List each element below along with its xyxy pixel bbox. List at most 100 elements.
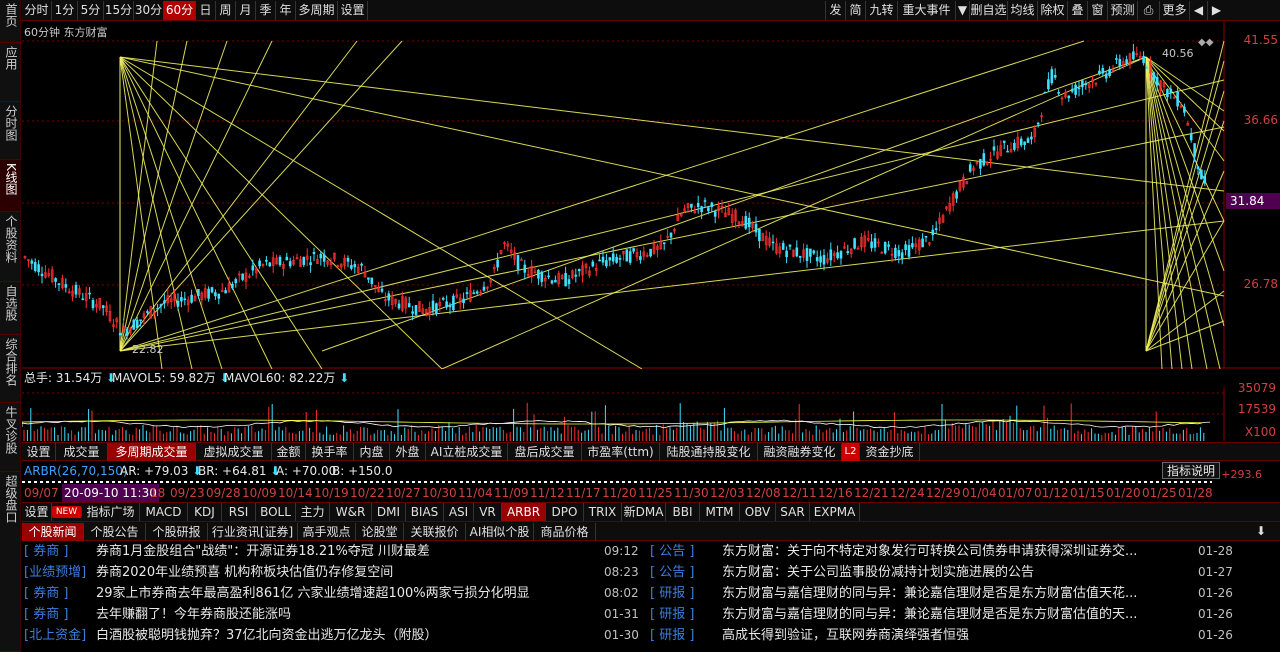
- news-item[interactable]: [业绩预增] 券商2020年业绩预喜 机构称板块估值仍存修复空间 08:23: [24, 562, 644, 583]
- period-tab-4[interactable]: 30分: [134, 1, 164, 20]
- indicator-tab-5[interactable]: 换手率: [306, 443, 354, 461]
- bottom-tab-21[interactable]: EXPMA: [810, 503, 860, 521]
- volume-chart[interactable]: 35079 17539 X100: [21, 381, 1280, 441]
- toolbar-right-13[interactable]: ◀: [1189, 1, 1207, 20]
- news-item[interactable]: [ 研报 ] 高成长得到验证，互联网券商演绎强者恒强 01-26: [650, 625, 1238, 646]
- period-tab-11[interactable]: 多周期: [296, 1, 338, 20]
- indicator-tab-11[interactable]: 陆股通持股变化: [660, 443, 758, 461]
- news-item[interactable]: [ 研报 ] 东方财富与嘉信理财的同与异：兼论嘉信理财是否是东方财富估值天花...…: [650, 583, 1238, 604]
- period-tab-6[interactable]: 日: [196, 1, 216, 20]
- bottom-tab-15[interactable]: TRIX: [584, 503, 622, 521]
- bottom-tab-2[interactable]: 指标广场: [82, 503, 140, 521]
- bottom-tab-9[interactable]: DMI: [372, 503, 406, 521]
- leftnav-item-5[interactable]: 自选股: [0, 282, 21, 335]
- leftnav-item-1[interactable]: 应用: [0, 43, 21, 102]
- news-item[interactable]: [ 研报 ] 东方财富与嘉信理财的同与异：兼论嘉信理财是否是东方财富估值的天...…: [650, 604, 1238, 625]
- leftnav-item-6[interactable]: 综合排名: [0, 335, 21, 403]
- news-tab-2[interactable]: 个股研报: [146, 523, 208, 541]
- toolbar-right-10[interactable]: 预测: [1107, 1, 1137, 20]
- period-tab-9[interactable]: 季: [256, 1, 276, 20]
- news-tab-4[interactable]: 高手观点: [298, 523, 356, 541]
- indicator-tab-8[interactable]: AI立桩成交量: [426, 443, 508, 461]
- kline-canvas[interactable]: [22, 21, 1280, 369]
- period-tab-3[interactable]: 15分: [104, 1, 134, 20]
- bottom-tab-1[interactable]: NEW: [52, 506, 82, 518]
- indicator-tab-9[interactable]: 盘后成交量: [508, 443, 582, 461]
- indicator-tab-12[interactable]: 融资融券变化: [758, 443, 842, 461]
- news-tab-5[interactable]: 论股堂: [356, 523, 404, 541]
- toolbar-right-8[interactable]: 叠: [1067, 1, 1087, 20]
- indicator-tab-6[interactable]: 内盘: [354, 443, 390, 461]
- toolbar-right-1[interactable]: 简: [845, 1, 865, 20]
- toolbar-right-3[interactable]: 重大事件: [897, 1, 955, 20]
- indicator-tab-4[interactable]: 金额: [272, 443, 306, 461]
- bottom-tab-4[interactable]: KDJ: [188, 503, 222, 521]
- download-icon[interactable]: ⬇: [1256, 524, 1266, 538]
- news-item[interactable]: [ 公告 ] 东方财富：关于公司监事股份减持计划实施进展的公告 01-27: [650, 562, 1238, 583]
- bottom-tab-18[interactable]: MTM: [700, 503, 740, 521]
- period-tab-1[interactable]: 1分: [52, 1, 78, 20]
- news-title[interactable]: 东方财富：关于公司监事股份减持计划实施进展的公告: [722, 562, 1034, 583]
- news-tab-6[interactable]: 关联报价: [404, 523, 466, 541]
- kline-chart[interactable]: 60分钟 东方财富 41.55 36.66 31.84 26.78 40.56 …: [22, 21, 1280, 369]
- period-tab-12[interactable]: 设置: [338, 1, 368, 20]
- indicator-tab-13[interactable]: L2: [842, 443, 860, 461]
- period-tab-2[interactable]: 5分: [78, 1, 104, 20]
- news-title[interactable]: 券商1月金股组合"战绩"：开源证券18.21%夺冠 川财最差: [96, 541, 430, 562]
- bottom-tab-3[interactable]: MACD: [140, 503, 188, 521]
- leftnav-item-8[interactable]: 超级盘口: [0, 472, 21, 652]
- bottom-tab-12[interactable]: VR: [474, 503, 502, 521]
- volume-canvas[interactable]: [21, 387, 1280, 441]
- indicator-tab-2[interactable]: 多周期成交量: [108, 443, 196, 461]
- news-title[interactable]: 东方财富与嘉信理财的同与异：兼论嘉信理财是否是东方财富估值天花...: [722, 583, 1137, 604]
- news-title[interactable]: 东方财富：关于向不特定对象发行可转换公司债券申请获得深圳证券交...: [722, 541, 1137, 562]
- bottom-tab-10[interactable]: BIAS: [406, 503, 444, 521]
- indicator-tab-1[interactable]: 成交量: [56, 443, 108, 461]
- toolbar-right-11[interactable]: ⎙: [1137, 1, 1159, 20]
- toolbar-right-12[interactable]: 更多: [1159, 1, 1189, 20]
- leftnav-item-3[interactable]: K线图: [0, 160, 21, 212]
- indicator-tab-7[interactable]: 外盘: [390, 443, 426, 461]
- toolbar-right-9[interactable]: 窗: [1087, 1, 1107, 20]
- period-tab-7[interactable]: 周: [216, 1, 236, 20]
- news-title[interactable]: 东方财富与嘉信理财的同与异：兼论嘉信理财是否是东方财富估值的天...: [722, 604, 1137, 625]
- toolbar-right-4[interactable]: ▼: [955, 1, 969, 20]
- bottom-tab-14[interactable]: DPO: [546, 503, 584, 521]
- diamond-icon[interactable]: ◆◆: [1198, 37, 1213, 48]
- bottom-tab-8[interactable]: W&R: [330, 503, 372, 521]
- indicator-explain-button[interactable]: 指标说明: [1162, 462, 1221, 479]
- toolbar-right-5[interactable]: 删自选: [969, 1, 1007, 20]
- toolbar-right-0[interactable]: 发: [825, 1, 845, 20]
- toolbar-right-14[interactable]: ▶: [1207, 1, 1225, 20]
- bottom-tab-13[interactable]: ARBR: [502, 503, 546, 521]
- leftnav-item-7[interactable]: 牛叉诊股: [0, 403, 21, 472]
- news-tab-3[interactable]: 行业资讯[证券]: [208, 523, 298, 541]
- indicator-tab-10[interactable]: 市盈率(ttm): [582, 443, 660, 461]
- news-title[interactable]: 高成长得到验证，互联网券商演绎强者恒强: [722, 625, 969, 646]
- toolbar-right-2[interactable]: 九转: [865, 1, 897, 20]
- toolbar-right-6[interactable]: 均线: [1007, 1, 1037, 20]
- news-title[interactable]: 去年赚翻了！今年券商股还能涨吗: [96, 604, 291, 625]
- bottom-tab-0[interactable]: 设置: [22, 503, 52, 521]
- leftnav-item-4[interactable]: 个股资料: [0, 212, 21, 282]
- bottom-tab-20[interactable]: SAR: [776, 503, 810, 521]
- news-item[interactable]: [ 公告 ] 东方财富：关于向不特定对象发行可转换公司债券申请获得深圳证券交...…: [650, 541, 1238, 562]
- bottom-tab-11[interactable]: ASI: [444, 503, 474, 521]
- news-item[interactable]: [ 券商 ] 券商1月金股组合"战绩"：开源证券18.21%夺冠 川财最差 09:1…: [24, 541, 644, 562]
- news-title[interactable]: 白酒股被聪明钱抛弃？37亿北向资金出逃万亿龙头（附股）: [96, 625, 438, 646]
- news-tab-7[interactable]: AI相似个股: [466, 523, 534, 541]
- period-tab-10[interactable]: 年: [276, 1, 296, 20]
- news-item[interactable]: [ 券商 ] 29家上市券商去年最高盈利861亿 六家业绩增速超100%两家亏损分…: [24, 583, 644, 604]
- news-title[interactable]: 券商2020年业绩预喜 机构称板块估值仍存修复空间: [96, 562, 393, 583]
- toolbar-right-7[interactable]: 除权: [1037, 1, 1067, 20]
- bottom-tab-19[interactable]: OBV: [740, 503, 776, 521]
- indicator-tab-0[interactable]: 设置: [22, 443, 56, 461]
- period-tab-0[interactable]: 分时: [22, 1, 52, 20]
- news-item[interactable]: [ 券商 ] 去年赚翻了！今年券商股还能涨吗 01-31: [24, 604, 644, 625]
- leftnav-item-0[interactable]: 首页: [0, 0, 21, 43]
- news-item[interactable]: [北上资金] 白酒股被聪明钱抛弃？37亿北向资金出逃万亿龙头（附股） 01-30: [24, 625, 644, 646]
- period-tab-8[interactable]: 月: [236, 1, 256, 20]
- news-tab-8[interactable]: 商品价格: [534, 523, 596, 541]
- leftnav-item-2[interactable]: 分时图: [0, 102, 21, 160]
- indicator-tab-3[interactable]: 虚拟成交量: [196, 443, 272, 461]
